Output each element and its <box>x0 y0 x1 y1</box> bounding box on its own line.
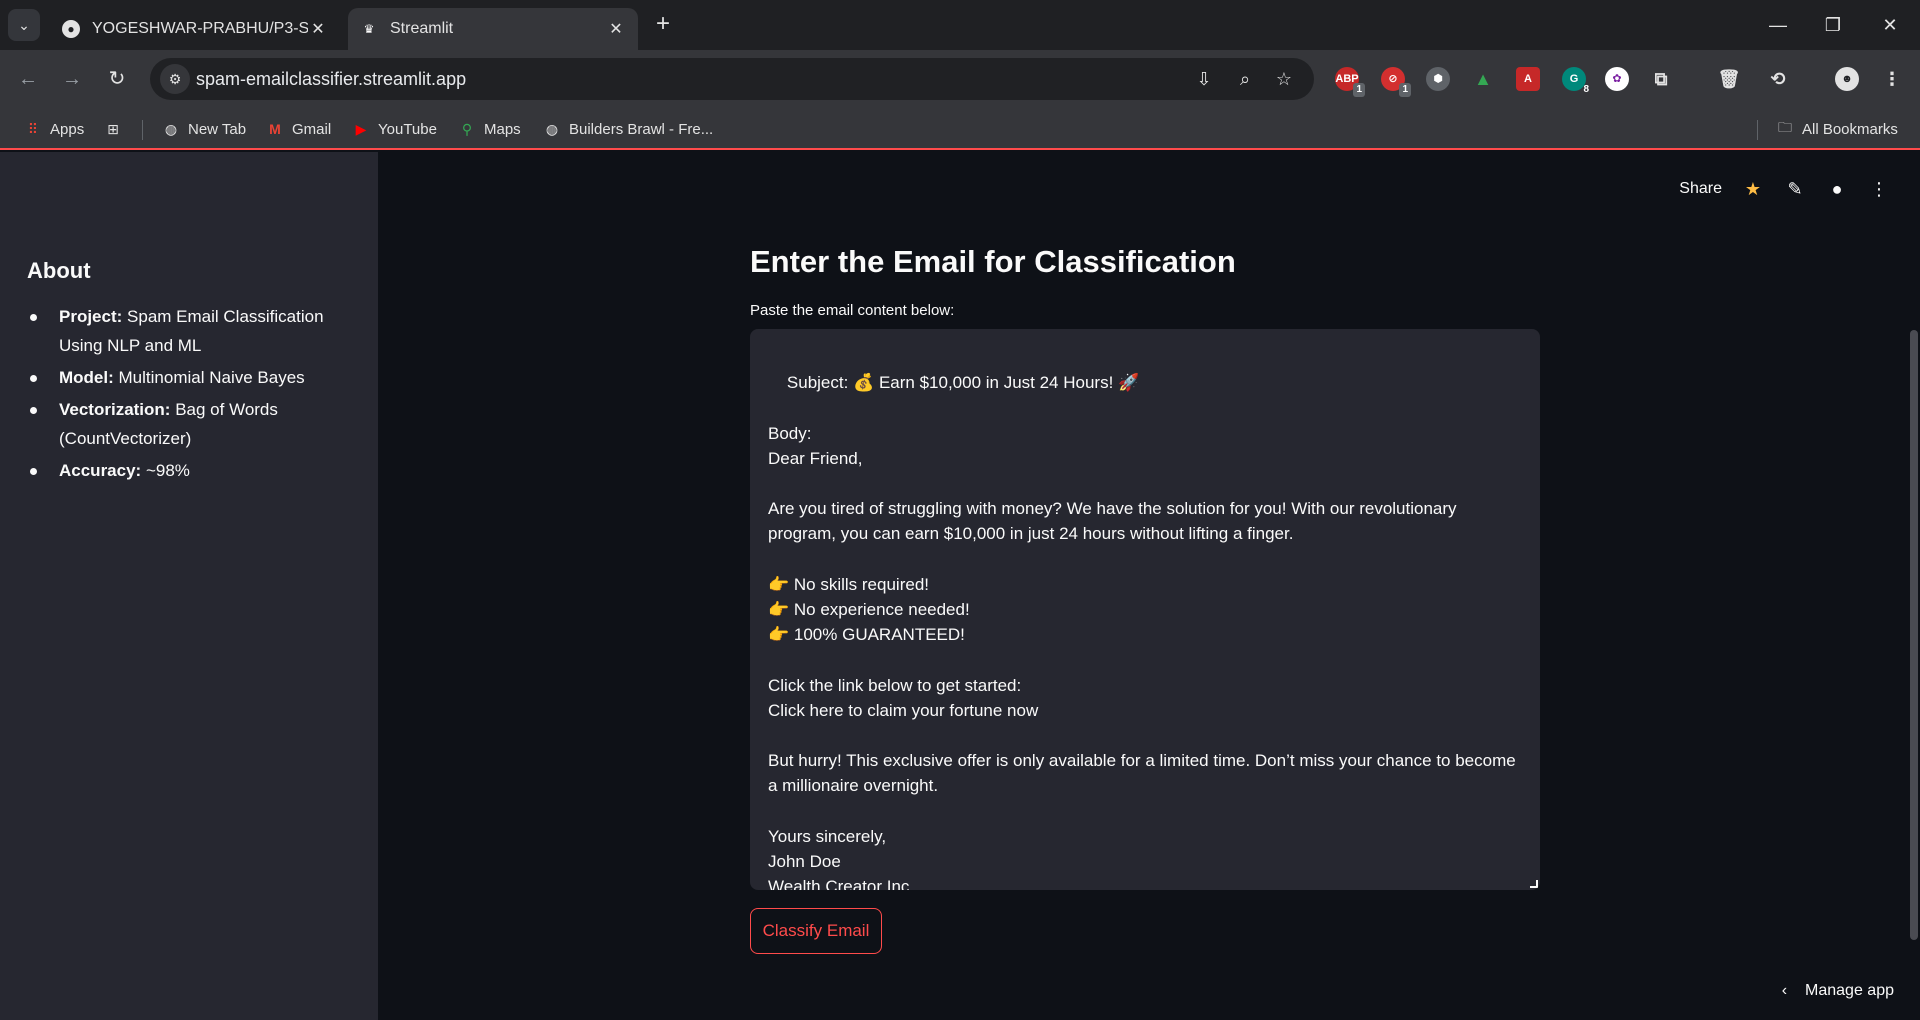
minimize-button[interactable]: — <box>1758 10 1798 40</box>
restore-icon: ❐ <box>1824 15 1842 35</box>
bookmark-youtube[interactable]: ▶ YouTube <box>352 118 437 140</box>
address-bar[interactable]: ⚙ spam-emailclassifier.streamlit.app ⇩ ⌕… <box>150 58 1314 100</box>
classify-email-button[interactable]: Classify Email <box>750 908 882 954</box>
about-item-project: Project: Spam Email Classification Using… <box>27 302 357 360</box>
back-button[interactable]: ← <box>13 64 43 94</box>
email-text: Subject: 💰 Earn $10,000 in Just 24 Hours… <box>768 373 1516 890</box>
close-icon: ✕ <box>1882 15 1898 35</box>
browser-toolbar: ← → ↻ ⚙ spam-emailclassifier.streamlit.a… <box>0 50 1920 108</box>
google-drive-icon[interactable]: ▲ <box>1471 67 1495 91</box>
hexagon-extension-icon[interactable]: ⬢ <box>1426 67 1450 91</box>
restore-button[interactable]: ❐ <box>1813 10 1853 40</box>
close-icon[interactable]: ✕ <box>308 19 328 39</box>
install-app-icon[interactable]: ⇩ <box>1192 67 1216 91</box>
extensions-puzzle-icon[interactable]: ⧉ <box>1649 67 1673 91</box>
apps-grid-icon: ⠿ <box>27 120 39 137</box>
bookmark-gmail[interactable]: M Gmail <box>266 118 331 140</box>
app-header: Share ★ ✎ ● ⋮ <box>1679 178 1890 200</box>
page-title: Enter the Email for Classification <box>750 244 1236 279</box>
share-button[interactable]: Share <box>1679 180 1722 198</box>
resize-handle-icon[interactable] <box>1530 880 1538 888</box>
bookmark-grid[interactable]: ⊞ <box>104 118 130 140</box>
site-info-icon[interactable]: ⚙ <box>160 64 190 94</box>
about-item-vectorization: Vectorization: Bag of Words (CountVector… <box>27 395 357 453</box>
tab-search-button[interactable]: ⌄ <box>8 9 40 41</box>
about-list: Project: Spam Email Classification Using… <box>27 302 357 488</box>
new-tab-button[interactable]: + <box>650 12 676 38</box>
scrollbar[interactable] <box>1910 330 1918 940</box>
maps-icon: ⚲ <box>461 120 473 137</box>
sidebar: About Project: Spam Email Classification… <box>0 152 378 1020</box>
bookmark-divider <box>1757 120 1758 140</box>
close-window-button[interactable]: ✕ <box>1870 10 1910 40</box>
url-text: spam-emailclassifier.streamlit.app <box>196 69 467 89</box>
globe-icon: ◍ <box>164 120 178 137</box>
streamlit-icon: ♛ <box>363 22 375 36</box>
more-options-icon[interactable]: ⋮ <box>1868 178 1890 200</box>
chevron-down-icon: ⌄ <box>18 16 30 33</box>
gmail-icon: M <box>269 121 281 137</box>
arrow-left-icon: ← <box>18 68 38 90</box>
zoom-icon[interactable]: ⌕ <box>1233 67 1257 91</box>
reload-icon: ↻ <box>108 68 126 90</box>
globe-icon: ◍ <box>545 120 559 137</box>
browser-menu-icon[interactable]: ⋮ <box>1880 67 1904 91</box>
adblock-extension-icon[interactable]: ABP 1 <box>1335 67 1365 97</box>
email-textarea[interactable]: Subject: 💰 Earn $10,000 in Just 24 Hours… <box>750 329 1540 890</box>
all-bookmarks[interactable]: 🗀 All Bookmarks <box>1776 118 1898 140</box>
folder-icon: 🗀 <box>1778 119 1792 135</box>
bookmark-maps[interactable]: ⚲ Maps <box>458 118 521 140</box>
bookmark-star-icon[interactable]: ☆ <box>1272 67 1296 91</box>
browser-tabstrip: ⌄ ● YOGESHWAR-PRABHU/P3-Spam-Email-Class… <box>0 0 1920 50</box>
reload-button[interactable]: ↻ <box>102 64 132 94</box>
bookmark-builders-brawl[interactable]: ◍ Builders Brawl - Fre... <box>543 118 713 140</box>
browser-tab-github[interactable]: ● YOGESHWAR-PRABHU/P3-Spam-Email-Classif… <box>50 8 340 50</box>
sidebar-title: About <box>27 258 91 283</box>
about-item-model: Model: Multinomial Naive Bayes <box>27 363 357 392</box>
chevron-left-icon: ‹ <box>1781 982 1788 999</box>
about-item-accuracy: Accuracy: ~98% <box>27 456 357 485</box>
manage-app-button[interactable]: ‹ Manage app <box>1782 982 1894 1000</box>
bookmarks-bar: ⠿ Apps ⊞ ◍ New Tab M Gmail ▶ YouTube ⚲ M… <box>0 108 1920 150</box>
red-extension-icon[interactable]: ⊘ 1 <box>1381 67 1411 97</box>
pdf-extension-icon[interactable]: A <box>1516 67 1540 91</box>
grid-icon: ⊞ <box>107 120 119 137</box>
bookmark-divider <box>142 120 143 140</box>
profile-avatar[interactable]: ☻ <box>1835 67 1859 91</box>
tab-title: YOGESHWAR-PRABHU/P3-Spam-Email-Classifie… <box>92 20 308 37</box>
green-extension-icon[interactable]: G8 <box>1562 67 1589 95</box>
browser-tab-streamlit[interactable]: ♛ Streamlit ✕ <box>348 8 638 50</box>
bookmark-apps[interactable]: ⠿ Apps <box>24 118 84 140</box>
star-icon[interactable]: ★ <box>1742 178 1764 200</box>
main-content: Share ★ ✎ ● ⋮ Enter the Email for Classi… <box>378 152 1920 1020</box>
tab-title: Streamlit <box>390 20 454 37</box>
trash-icon[interactable]: 🗑 <box>1717 67 1741 91</box>
close-icon[interactable]: ✕ <box>606 19 626 39</box>
email-input-label: Paste the email content below: <box>750 302 955 319</box>
edit-pencil-icon[interactable]: ✎ <box>1784 178 1806 200</box>
github-icon: ● <box>62 20 80 38</box>
arrow-right-icon: → <box>62 68 82 90</box>
bookmark-new-tab[interactable]: ◍ New Tab <box>162 118 246 140</box>
brain-extension-icon[interactable]: ✿ <box>1605 67 1629 91</box>
github-icon[interactable]: ● <box>1826 178 1848 200</box>
plus-icon: + <box>655 10 670 37</box>
youtube-icon: ▶ <box>355 120 367 137</box>
forward-button[interactable]: → <box>57 64 87 94</box>
history-icon[interactable]: ⟲ <box>1766 67 1790 91</box>
minimize-icon: — <box>1769 15 1787 35</box>
